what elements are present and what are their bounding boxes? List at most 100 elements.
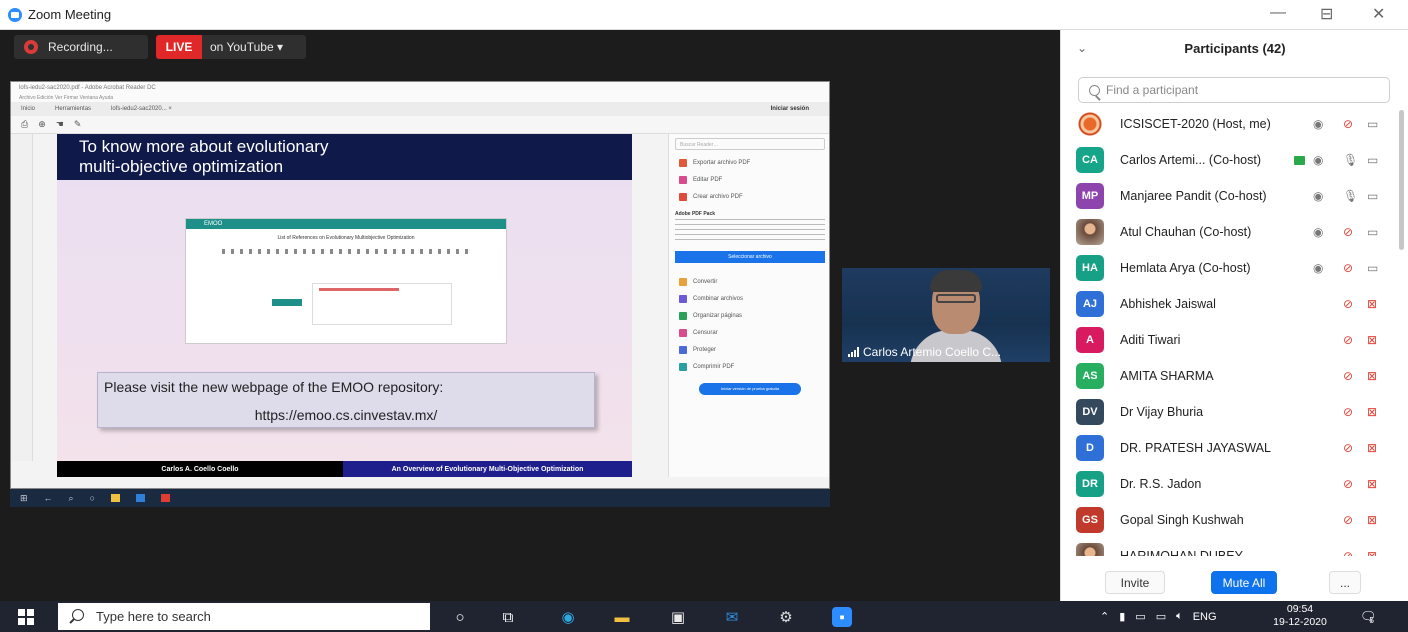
participant-name: AMITA SHARMA <box>1120 369 1214 383</box>
participants-scrollbar[interactable] <box>1399 110 1404 250</box>
more-button[interactable]: ... <box>1329 571 1361 594</box>
microphone-muted-icon[interactable]: ⊘ <box>1343 226 1353 238</box>
video-name-label: Carlos Artemio Coello C... <box>848 345 1001 359</box>
combine-icon <box>679 294 687 303</box>
microphone-icon[interactable]: 🎙︎ <box>1343 190 1358 202</box>
video-camera-off-icon[interactable]: ⊠ <box>1367 370 1377 382</box>
microphone-muted-icon[interactable]: ⊘ <box>1343 370 1353 382</box>
show-hidden-icons-icon[interactable]: ⌃ <box>1100 610 1109 623</box>
video-camera-icon[interactable]: ▭ <box>1367 262 1378 274</box>
select-file-button: Seleccionar archivo <box>675 251 825 263</box>
microphone-muted-icon[interactable]: ⊘ <box>1343 550 1353 556</box>
store-icon[interactable]: ▣ <box>668 607 688 627</box>
participant-row[interactable]: AJ Abhishek Jaiswal ⊘ ⊠ <box>1061 286 1401 322</box>
mail-icon[interactable]: ✉ <box>722 607 742 627</box>
taskbar-clock[interactable]: 09:54 19-12-2020 <box>1268 603 1332 629</box>
video-camera-icon[interactable]: ▭ <box>1367 190 1378 202</box>
battery-icon[interactable]: ▭ <box>1156 610 1166 623</box>
microphone-muted-icon[interactable]: ⊘ <box>1343 406 1353 418</box>
notification-icon[interactable]: 🗨︎ 5 <box>1360 601 1377 632</box>
microphone-icon[interactable]: 🎙︎ <box>1343 154 1358 166</box>
file-explorer-icon[interactable]: ▬ <box>612 607 632 627</box>
participant-name: HARIMOHAN DUBEY <box>1120 549 1243 556</box>
system-tray: ⌃ ▮ ▭ ▭ 🔈︎ ENG <box>1100 601 1217 632</box>
participant-row[interactable]: HARIMOHAN DUBEY ⊘ ⊠ <box>1061 538 1401 556</box>
usb-icon[interactable]: ▮ <box>1119 610 1125 623</box>
view-icon[interactable]: ◉ <box>1313 226 1323 238</box>
taskbar-search-input[interactable] <box>96 609 396 624</box>
input-language[interactable]: ENG <box>1193 611 1217 623</box>
participant-row[interactable]: Atul Chauhan (Co-host) ◉ ⊘ ▭ <box>1061 214 1401 250</box>
participant-list[interactable]: ICSISCET-2020 (Host, me) ◉ ⊘ ▭ CA Carlos Arte… <box>1061 106 1401 556</box>
video-camera-icon[interactable]: ▭ <box>1367 118 1378 130</box>
live-destination: on YouTube ▾ <box>202 35 306 59</box>
live-stream-indicator[interactable]: LIVE on YouTube ▾ <box>156 35 306 59</box>
task-view-icon[interactable]: ⧉ <box>498 607 518 627</box>
clock-time: 09:54 <box>1286 603 1314 615</box>
clock-date: 19-12-2020 <box>1273 616 1327 628</box>
slide-heading: To know more about evolutionary multi-ob… <box>57 134 632 180</box>
participant-row[interactable]: GS Gopal Singh Kushwah ⊘ ⊠ <box>1061 502 1401 538</box>
participant-row[interactable]: DR Dr. R.S. Jadon ⊘ ⊠ <box>1061 466 1401 502</box>
microphone-muted-icon[interactable]: ⊘ <box>1343 478 1353 490</box>
windows-start-button[interactable] <box>18 609 34 625</box>
participant-row[interactable]: AS AMITA SHARMA ⊘ ⊠ <box>1061 358 1401 394</box>
view-icon[interactable]: ◉ <box>1313 262 1323 274</box>
invite-button[interactable]: Invite <box>1105 571 1165 594</box>
taskbar-search[interactable] <box>58 603 430 630</box>
video-hair <box>930 270 982 292</box>
video-camera-off-icon[interactable]: ⊠ <box>1367 478 1377 490</box>
recording-indicator[interactable]: Recording... <box>14 35 148 59</box>
participant-row[interactable]: MP Manjaree Pandit (Co-host) ◉ 🎙︎ ▭ <box>1061 178 1401 214</box>
avatar-initials: MP <box>1081 190 1099 202</box>
participant-row[interactable]: HA Hemlata Arya (Co-host) ◉ ⊘ ▭ <box>1061 250 1401 286</box>
acrobat-tab: Herramientas <box>55 106 92 112</box>
microphone-muted-icon[interactable]: ⊘ <box>1343 442 1353 454</box>
microphone-muted-icon[interactable]: ⊘ <box>1343 514 1353 526</box>
participant-name: Dr. R.S. Jadon <box>1120 477 1202 491</box>
participant-search-input[interactable] <box>1106 83 1376 97</box>
acrobat-tool-item: Crear archivo PDF <box>669 188 829 205</box>
edge-icon[interactable]: ◉ <box>558 607 578 627</box>
participant-row[interactable]: ICSISCET-2020 (Host, me) ◉ ⊘ ▭ <box>1061 106 1401 142</box>
acrobat-tools-panel: Buscar Reader… Exportar archivo PDF Edit… <box>668 134 829 477</box>
video-camera-off-icon[interactable]: ⊠ <box>1367 334 1377 346</box>
video-camera-off-icon[interactable]: ⊠ <box>1367 406 1377 418</box>
emoo-alphabet-index <box>222 249 470 254</box>
view-icon[interactable]: ◉ <box>1313 190 1323 202</box>
view-icon[interactable]: ◉ <box>1313 118 1323 130</box>
video-camera-icon[interactable]: ▭ <box>1367 226 1378 238</box>
volume-icon[interactable]: 🔈︎ <box>1176 610 1183 623</box>
participant-video[interactable]: Carlos Artemio Coello C... <box>842 268 1050 362</box>
participant-row[interactable]: CA Carlos Artemi... (Co-host) ◉ 🎙︎ ▭ <box>1061 142 1401 178</box>
visit-url: https://emoo.cs.cinvestav.mx/ <box>254 407 438 423</box>
microphone-muted-icon[interactable]: ⊘ <box>1343 334 1353 346</box>
restore-button[interactable]: ⊟ <box>1320 4 1333 24</box>
microphone-muted-icon[interactable]: ⊘ <box>1343 262 1353 274</box>
participant-avatar: AJ <box>1076 291 1104 317</box>
participant-row[interactable]: A Aditi Tiwari ⊘ ⊠ <box>1061 322 1401 358</box>
close-button[interactable]: ✕ <box>1372 4 1385 24</box>
view-icon[interactable]: ◉ <box>1313 154 1323 166</box>
participant-avatar: A <box>1076 327 1104 353</box>
video-glasses <box>936 294 976 303</box>
participant-avatar: D <box>1076 435 1104 461</box>
participant-row[interactable]: DV Dr Vijay Bhuria ⊘ ⊠ <box>1061 394 1401 430</box>
settings-icon[interactable]: ⚙ <box>776 607 796 627</box>
slide-footer-author: Carlos A. Coello Coello <box>57 461 343 477</box>
microphone-muted-icon[interactable]: ⊘ <box>1343 298 1353 310</box>
participant-row[interactable]: D DR. PRATESH JAYASWAL ⊘ ⊠ <box>1061 430 1401 466</box>
video-camera-icon[interactable]: ▭ <box>1367 154 1378 166</box>
video-camera-off-icon[interactable]: ⊠ <box>1367 298 1377 310</box>
mute-all-button[interactable]: Mute All <box>1211 571 1277 594</box>
video-camera-off-icon[interactable]: ⊠ <box>1367 442 1377 454</box>
explorer-icon <box>111 494 121 502</box>
cortana-icon[interactable]: ○ <box>450 607 470 627</box>
minimize-button[interactable]: — <box>1270 4 1286 22</box>
network-icon[interactable]: ▭ <box>1135 610 1145 623</box>
video-camera-off-icon[interactable]: ⊠ <box>1367 514 1377 526</box>
video-camera-off-icon[interactable]: ⊠ <box>1367 550 1377 556</box>
microphone-muted-icon[interactable]: ⊘ <box>1343 118 1353 130</box>
participant-search[interactable] <box>1078 77 1390 103</box>
zoom-app-icon[interactable]: ▪ <box>832 607 852 627</box>
